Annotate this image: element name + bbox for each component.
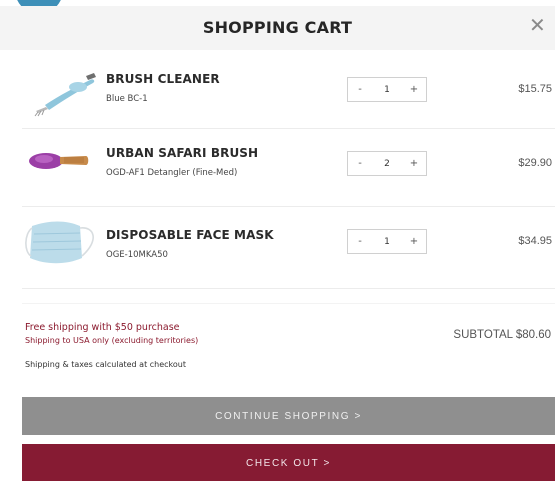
item-name[interactable]: DISPOSABLE FACE MASK bbox=[106, 228, 274, 242]
divider bbox=[22, 206, 555, 207]
item-price: $15.75 bbox=[518, 83, 552, 95]
item-variant: Blue BC-1 bbox=[106, 94, 148, 104]
cart-title: SHOPPING CART bbox=[202, 18, 353, 37]
decrease-quantity-button[interactable]: - bbox=[348, 152, 372, 175]
cart-item: BRUSH CLEANER Blue BC-1 - 1 + $15.75 bbox=[22, 72, 555, 122]
item-price: $34.95 bbox=[518, 235, 552, 247]
detangler-brush-image bbox=[29, 153, 89, 169]
item-name[interactable]: BRUSH CLEANER bbox=[106, 72, 220, 86]
divider bbox=[22, 288, 555, 289]
divider bbox=[22, 128, 555, 129]
continue-shopping-button[interactable]: CONTINUE SHOPPING > bbox=[22, 397, 555, 435]
increase-quantity-button[interactable]: + bbox=[402, 78, 426, 101]
divider bbox=[22, 303, 555, 304]
item-variant: OGD-AF1 Detangler (Fine-Med) bbox=[106, 168, 238, 178]
decrease-quantity-button[interactable]: - bbox=[348, 78, 372, 101]
decrease-quantity-button[interactable]: - bbox=[348, 230, 372, 253]
quantity-stepper: - 1 + bbox=[347, 77, 427, 102]
brush-cleaner-image bbox=[34, 73, 96, 117]
face-mask-image bbox=[25, 221, 94, 264]
quantity-stepper: - 1 + bbox=[347, 229, 427, 254]
item-name[interactable]: URBAN SAFARI BRUSH bbox=[106, 146, 258, 160]
increase-quantity-button[interactable]: + bbox=[402, 230, 426, 253]
close-icon[interactable]: ✕ bbox=[529, 14, 549, 36]
free-shipping-note: Free shipping with $50 purchase bbox=[25, 322, 180, 333]
cart-item: DISPOSABLE FACE MASK OGE-10MKA50 - 1 + $… bbox=[22, 218, 555, 270]
cart-item: URBAN SAFARI BRUSH OGD-AF1 Detangler (Fi… bbox=[22, 146, 555, 196]
increase-quantity-button[interactable]: + bbox=[402, 152, 426, 175]
checkout-button[interactable]: CHECK OUT > bbox=[22, 444, 555, 481]
quantity-stepper: - 2 + bbox=[347, 151, 427, 176]
quantity-value[interactable]: 1 bbox=[372, 230, 402, 253]
shipping-region-note: Shipping to USA only (excluding territor… bbox=[25, 336, 199, 345]
item-variant: OGE-10MKA50 bbox=[106, 250, 168, 260]
item-price: $29.90 bbox=[518, 157, 552, 169]
quantity-value[interactable]: 2 bbox=[372, 152, 402, 175]
shipping-taxes-note: Shipping & taxes calculated at checkout bbox=[25, 360, 186, 369]
quantity-value[interactable]: 1 bbox=[372, 78, 402, 101]
cart-header: SHOPPING CART ✕ bbox=[0, 6, 555, 50]
subtotal: SUBTOTAL $80.60 bbox=[453, 329, 551, 341]
